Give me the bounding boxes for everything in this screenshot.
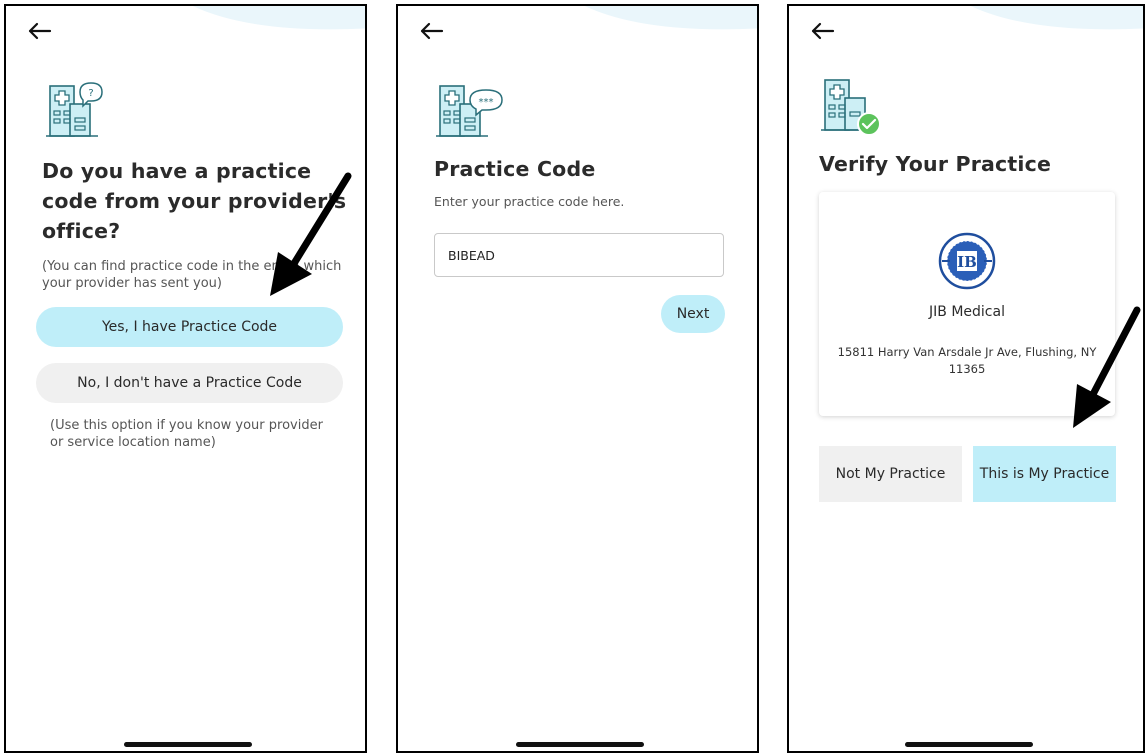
annotation-arrow — [1073, 306, 1141, 428]
header-wave-decoration — [584, 6, 757, 30]
page-title: Practice Code — [434, 157, 596, 181]
next-button[interactable]: Next — [661, 295, 725, 333]
building-verified-icon — [821, 79, 881, 136]
building-question-icon: ? — [46, 82, 103, 137]
building-password-icon: *** — [436, 85, 503, 137]
screen-enter-practice-code: *** Practice Code Enter your practice co… — [396, 4, 759, 753]
this-is-my-practice-button[interactable]: This is My Practice — [973, 446, 1116, 502]
svg-text:IB: IB — [957, 253, 977, 271]
annotation-arrow — [270, 172, 352, 296]
back-arrow-icon[interactable] — [26, 20, 52, 42]
svg-text:***: *** — [479, 97, 494, 108]
practice-code-input[interactable] — [434, 233, 724, 277]
home-indicator — [905, 742, 1033, 747]
home-indicator — [124, 742, 252, 747]
practice-logo-icon: IB — [938, 232, 996, 290]
screen-verify-practice: Verify Your Practice IB JIB Medical 1581… — [787, 4, 1145, 753]
no-practice-code-button[interactable]: No, I don't have a Practice Code — [36, 363, 343, 403]
header-wave-decoration — [192, 6, 365, 30]
not-my-practice-button[interactable]: Not My Practice — [819, 446, 962, 502]
screen-practice-code-question: ? Do you have a practice code from your … — [4, 4, 367, 753]
svg-text:?: ? — [88, 88, 93, 99]
back-arrow-icon[interactable] — [809, 20, 835, 42]
practice-address: 15811 Harry Van Arsdale Jr Ave, Flushing… — [837, 345, 1097, 376]
yes-have-practice-code-button[interactable]: Yes, I have Practice Code — [36, 307, 343, 347]
page-subtitle: Enter your practice code here. — [434, 194, 625, 209]
header-wave-decoration — [970, 6, 1143, 30]
page-title: Verify Your Practice — [819, 152, 1052, 176]
back-arrow-icon[interactable] — [418, 20, 444, 42]
home-indicator — [516, 742, 644, 747]
no-code-option-note: (Use this option if you know your provid… — [50, 418, 323, 450]
